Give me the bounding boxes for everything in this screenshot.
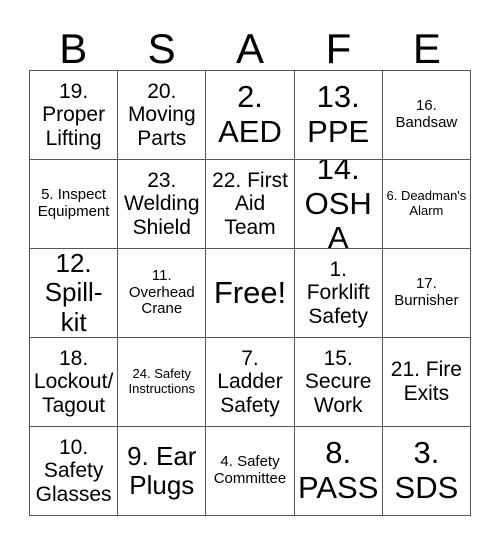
bingo-cell-r5c3[interactable]: 4. Safety Committee [206,427,295,516]
bingo-header-letter-s: S [147,25,176,72]
bingo-cell-label: 19. Proper Lifting [42,79,106,150]
bingo-cell-r5c2[interactable]: 9. Ear Plugs [118,427,207,516]
bingo-cell-label: 21. Fire Exits [390,358,462,405]
bingo-cell-label: 23. Welding Shield [124,168,200,239]
bingo-cell-label: 15. Secure Work [304,346,372,417]
bingo-cell-label: 7. Ladder Safety [217,346,283,417]
bingo-free-space-label: Free! [213,274,287,310]
bingo-cell-label: 8. PASS [297,435,379,505]
bingo-cell-label: 22. First Aid Team [212,168,288,239]
bingo-cell-label: 13. PPE [307,79,370,149]
bingo-cell-label: 5. Inspect Equipment [37,186,110,220]
bingo-cell-label: 10. Safety Glasses [35,435,112,506]
bingo-cell-r4c5[interactable]: 21. Fire Exits [382,338,471,427]
bingo-cell-label: 18. Lockout/ Tagout [33,346,114,417]
bingo-cell-r1c1[interactable]: 19. Proper Lifting [30,71,119,160]
bingo-cell-r3c2[interactable]: 11. Overhead Crane [118,249,207,338]
bingo-cell-label: 4. Safety Committee [213,453,287,487]
bingo-cell-label: 11. Overhead Crane [128,266,195,318]
bingo-cell-r4c1[interactable]: 18. Lockout/ Tagout [30,338,119,427]
bingo-cell-label: 3. SDS [394,435,459,505]
bingo-cell-label: 14. OSHA [304,160,372,249]
bingo-cell-r4c2[interactable]: 24. Safety Instructions [118,338,207,427]
bingo-grid: 19. Proper Lifting 20. Moving Parts 2. A… [29,70,471,516]
bingo-cell-label: 6. Deadman's Alarm [386,188,467,218]
bingo-header-letter-a: A [236,25,265,72]
bingo-cell-r2c2[interactable]: 23. Welding Shield [118,160,207,249]
bingo-cell-label: 2. AED [218,79,282,149]
bingo-cell-label: 16. Bandsaw [395,97,458,131]
bingo-cell-label: 9. Ear Plugs [127,440,197,500]
bingo-cell-r2c5[interactable]: 6. Deadman's Alarm [382,160,471,249]
bingo-cell-r2c4[interactable]: 14. OSHA [294,160,383,249]
bingo-cell-r4c3[interactable]: 7. Ladder Safety [206,338,295,427]
bingo-header-letter-f: F [325,25,352,72]
bingo-cell-label: 1. Forklift Safety [306,257,370,328]
bingo-card: B S A F E 19. Proper Lifting 20. Moving … [0,0,500,544]
bingo-cell-r3c4[interactable]: 1. Forklift Safety [294,249,383,338]
bingo-cell-r5c1[interactable]: 10. Safety Glasses [30,427,119,516]
bingo-cell-label: 17. Burnisher [394,275,459,309]
bingo-cell-label: 12. Spill-kit [44,249,103,337]
bingo-cell-r3c5[interactable]: 17. Burnisher [382,249,471,338]
bingo-header-row: B S A F E [29,18,471,70]
bingo-cell-r1c5[interactable]: 16. Bandsaw [382,71,471,160]
bingo-cell-r1c3[interactable]: 2. AED [206,71,295,160]
bingo-cell-r4c4[interactable]: 15. Secure Work [294,338,383,427]
bingo-header-letter-b: B [59,25,88,72]
bingo-cell-r3c1[interactable]: 12. Spill-kit [30,249,119,338]
bingo-header-letter-e: E [412,25,441,72]
bingo-cell-r1c2[interactable]: 20. Moving Parts [118,71,207,160]
bingo-cell-r5c4[interactable]: 8. PASS [294,427,383,516]
bingo-cell-r2c3[interactable]: 22. First Aid Team [206,160,295,249]
bingo-cell-r5c5[interactable]: 3. SDS [382,427,471,516]
bingo-cell-free-space[interactable]: Free! [206,249,295,338]
bingo-cell-label: 20. Moving Parts [127,79,196,150]
bingo-cell-r2c1[interactable]: 5. Inspect Equipment [30,160,119,249]
bingo-cell-r1c4[interactable]: 13. PPE [294,71,383,160]
bingo-cell-label: 24. Safety Instructions [128,366,196,396]
